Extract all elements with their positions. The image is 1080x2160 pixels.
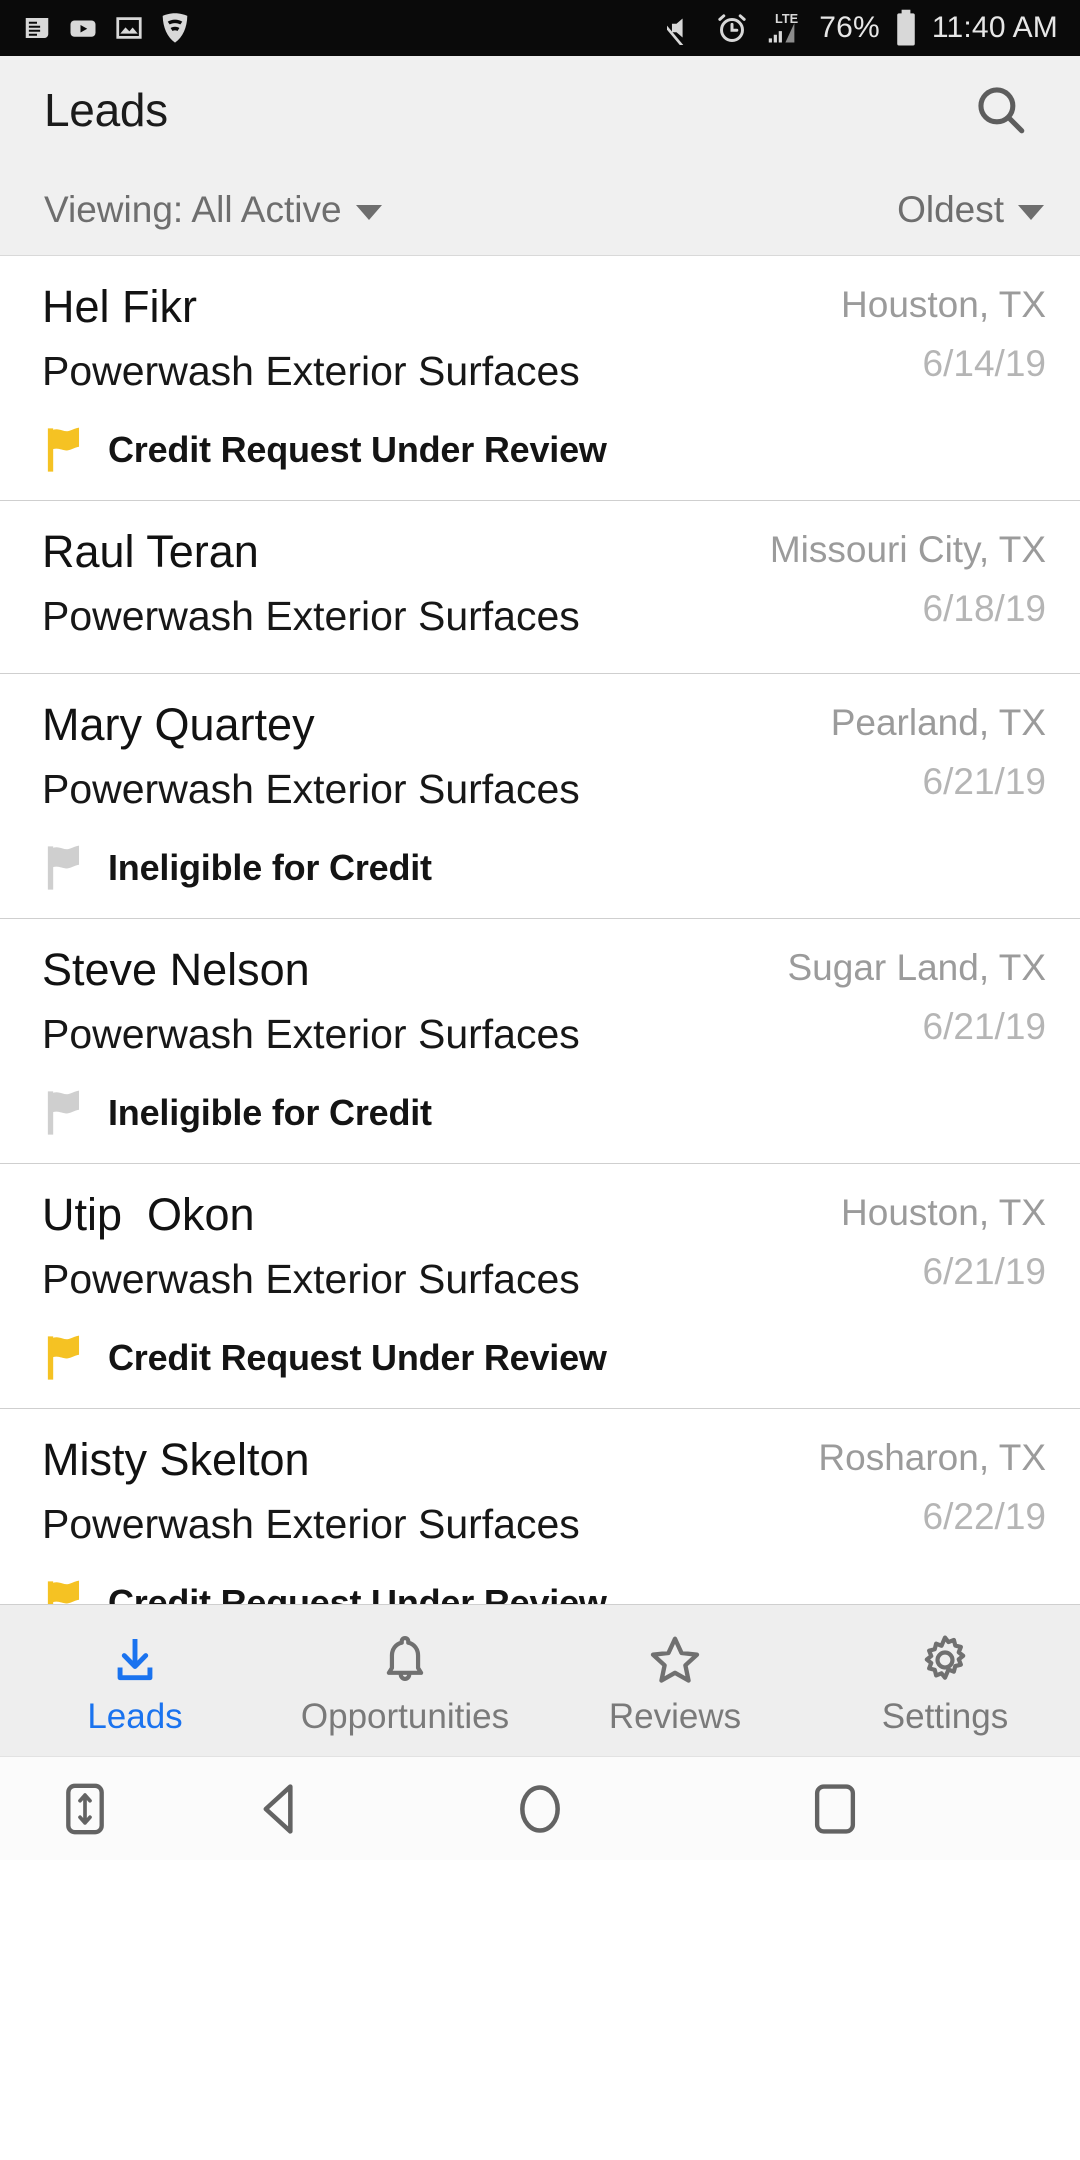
keyboard-resize-icon: [66, 1783, 104, 1834]
table-row[interactable]: Misty Skelton Powerwash Exterior Surface…: [0, 1409, 1080, 1604]
search-button[interactable]: [962, 71, 1040, 149]
home-button[interactable]: [390, 1781, 690, 1837]
back-button[interactable]: [170, 1781, 390, 1837]
lead-name: Utip Okon: [42, 1189, 255, 1240]
status-badge: Credit Request Under Review: [42, 426, 1046, 474]
alarm-icon: [718, 14, 746, 42]
back-icon: [263, 1783, 293, 1834]
flag-ineligible-icon: [47, 1090, 80, 1135]
tab-label: Reviews: [608, 1696, 742, 1736]
vpn-shield-icon: [162, 13, 188, 43]
chevron-down-icon: [355, 205, 382, 220]
tab-settings[interactable]: Settings: [810, 1605, 1080, 1756]
app-bar-actions: [962, 71, 1040, 149]
lead-service: Powerwash Exterior Surfaces: [42, 1256, 580, 1302]
lead-name: Raul Teran: [42, 526, 259, 577]
chevron-down-icon: [1018, 205, 1044, 220]
viewing-filter-dropdown[interactable]: Viewing: All Active: [44, 189, 382, 231]
lead-name: Hel Fikr: [42, 281, 197, 332]
recents-button[interactable]: [690, 1782, 980, 1836]
lead-date: 6/21/19: [922, 1006, 1046, 1047]
keyboard-resize-button[interactable]: [0, 1783, 170, 1835]
filter-bar: Viewing: All Active Oldest: [0, 164, 1080, 256]
lead-service: Powerwash Exterior Surfaces: [42, 593, 580, 639]
lead-service: Powerwash Exterior Surfaces: [42, 1011, 580, 1057]
lead-date: 6/22/19: [922, 1496, 1046, 1537]
flag-pending-icon: [47, 1335, 80, 1380]
tab-leads[interactable]: Leads: [0, 1605, 270, 1756]
status-bar-system-icons: LTE 76% 11:40 AM: [667, 9, 1058, 47]
lead-date: 6/21/19: [922, 1251, 1046, 1292]
table-row[interactable]: Mary Quartey Powerwash Exterior Surfaces…: [0, 674, 1080, 919]
tab-reviews[interactable]: Reviews: [540, 1605, 810, 1756]
home-icon: [520, 1784, 560, 1833]
photos-icon: [116, 17, 142, 39]
status-badge: Credit Request Under Review: [42, 1579, 1046, 1604]
youtube-icon: [70, 20, 96, 37]
status-badge: Ineligible for Credit: [42, 1089, 1046, 1137]
android-status-bar: LTE 76% 11:40 AM: [0, 0, 1080, 56]
android-navigation-bar: [0, 1756, 1080, 1860]
status-label: Ineligible for Credit: [108, 847, 432, 888]
lead-name: Mary Quartey: [42, 699, 315, 750]
sort-order-dropdown[interactable]: Oldest: [897, 189, 1044, 231]
mute-icon: [667, 18, 690, 45]
tab-label: Settings: [881, 1696, 1009, 1736]
lead-date: 6/21/19: [922, 761, 1046, 802]
news-icon: [25, 18, 49, 38]
app-bar: Leads: [0, 56, 1080, 164]
recents-icon: [814, 1783, 856, 1834]
bottom-tab-bar: Leads Opportunities Reviews Settings: [0, 1604, 1080, 1756]
bell-icon: [377, 1631, 433, 1689]
status-label: Credit Request Under Review: [108, 429, 607, 470]
page-title: Leads: [44, 84, 168, 136]
table-row[interactable]: Raul Teran Powerwash Exterior Surfaces M…: [0, 501, 1080, 674]
lead-date: 6/14/19: [922, 343, 1046, 384]
lead-service: Powerwash Exterior Surfaces: [42, 1501, 580, 1547]
status-badge: Credit Request Under Review: [42, 1334, 1046, 1382]
lead-name: Steve Nelson: [42, 944, 310, 995]
lead-city: Houston, TX: [841, 284, 1046, 325]
lead-date: 6/18/19: [922, 588, 1046, 629]
tab-opportunities[interactable]: Opportunities: [270, 1605, 540, 1756]
gear-icon: [917, 1631, 973, 1689]
status-label: Credit Request Under Review: [108, 1337, 607, 1378]
lead-city: Sugar Land, TX: [787, 947, 1047, 988]
lead-city: Houston, TX: [841, 1192, 1046, 1233]
status-bar-notification-icons: [22, 12, 190, 44]
star-icon: [646, 1631, 704, 1689]
battery-icon: [897, 9, 915, 46]
table-row[interactable]: Utip Okon Powerwash Exterior Surfaces Ho…: [0, 1164, 1080, 1409]
lte-signal-icon: LTE: [768, 11, 798, 43]
table-row[interactable]: Hel Fikr Powerwash Exterior Surfaces Hou…: [0, 256, 1080, 501]
sort-order-label: Oldest: [897, 188, 1004, 230]
viewing-filter-label: Viewing: All Active: [44, 188, 342, 230]
clock-label: 11:40 AM: [931, 11, 1058, 44]
table-row[interactable]: Steve Nelson Powerwash Exterior Surfaces…: [0, 919, 1080, 1164]
search-icon: [978, 87, 1025, 134]
lead-city: Pearland, TX: [830, 702, 1046, 743]
svg-text:LTE: LTE: [775, 11, 798, 26]
tab-label: Opportunities: [300, 1696, 510, 1736]
lead-service: Powerwash Exterior Surfaces: [42, 766, 580, 812]
download-arrow-icon: [107, 1631, 163, 1689]
lead-city: Missouri City, TX: [769, 529, 1046, 570]
flag-ineligible-icon: [47, 845, 80, 890]
leads-list[interactable]: Hel Fikr Powerwash Exterior Surfaces Hou…: [0, 256, 1080, 1604]
flag-pending-icon: [47, 1580, 80, 1604]
status-badge: Ineligible for Credit: [42, 844, 1046, 892]
status-label: Ineligible for Credit: [108, 1092, 432, 1133]
lead-city: Rosharon, TX: [818, 1437, 1046, 1478]
tab-label: Leads: [87, 1696, 183, 1736]
lead-name: Misty Skelton: [42, 1434, 310, 1485]
lead-service: Powerwash Exterior Surfaces: [42, 348, 580, 394]
battery-percent-label: 76%: [819, 11, 880, 44]
flag-pending-icon: [47, 427, 80, 472]
status-label: Credit Request Under Review: [108, 1582, 607, 1604]
